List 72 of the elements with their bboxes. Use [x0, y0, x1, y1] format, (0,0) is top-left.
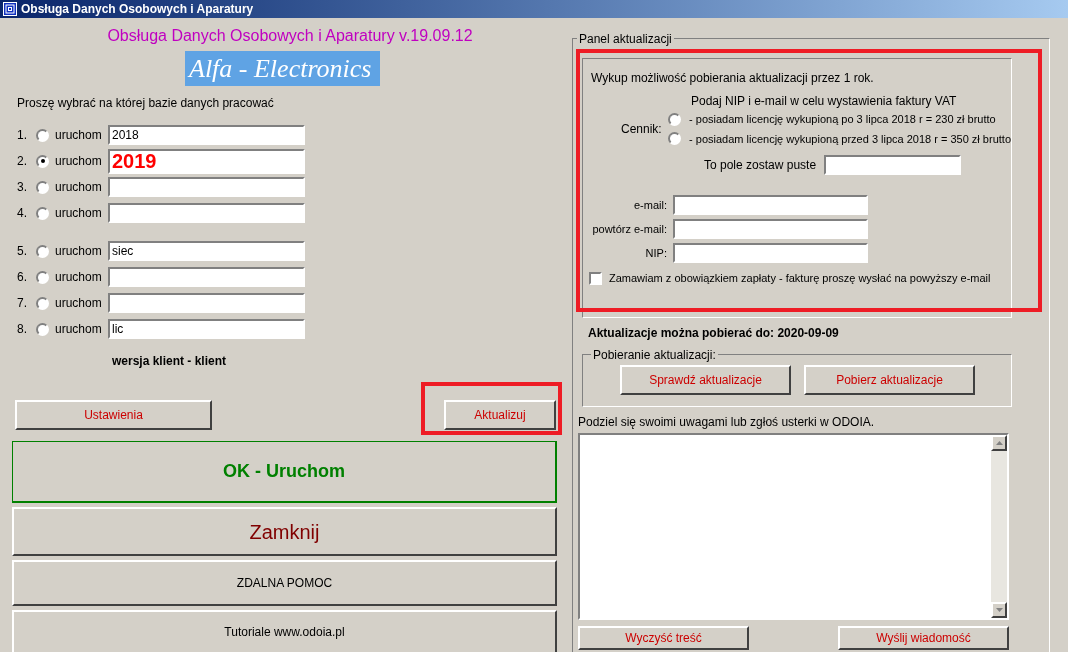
app-heading: Obsługa Danych Osobowych i Aparatury v.19.09.12 — [107, 27, 473, 44]
radio-label: uruchom — [55, 269, 103, 286]
subtitle-text: Podaj NIP i e-mail w celu wystawienia faktury VAT — [691, 93, 958, 110]
scrollbar[interactable] — [991, 435, 1007, 618]
logo: Alfa - Electronics — [185, 51, 380, 86]
feedback-button[interactable]: Wyślij wiadomość — [838, 626, 1009, 650]
row-number: 3. — [17, 179, 28, 196]
window-title: Obsługa Danych Osobowych i Aparatury — [21, 1, 254, 18]
input-field[interactable] — [673, 243, 868, 263]
radio-button[interactable] — [36, 128, 49, 142]
checkbox-label: Zamawiam z obowiązkiem zapłaty - fakturę proszę wysłać na powyższy e-mail — [609, 271, 991, 286]
database-field[interactable]: 2019 — [108, 148, 305, 174]
field-label: powtórz e-mail: — [591, 221, 667, 237]
tutorials-button[interactable]: Tutoriale www.odoia.pl — [12, 610, 557, 652]
feedback-button[interactable]: Wyczyść treść — [578, 626, 749, 650]
row-number: 2. — [17, 153, 28, 170]
up-arrow-icon — [995, 441, 1003, 445]
radio-button[interactable] — [36, 180, 49, 194]
down-arrow-icon — [995, 608, 1003, 612]
remote-help-button[interactable]: ZDALNA POMOC — [12, 560, 557, 606]
input-field[interactable] — [673, 219, 868, 239]
radio-button[interactable] — [36, 244, 49, 258]
database-field[interactable]: 2018 — [108, 125, 305, 145]
radio-button[interactable] — [36, 296, 49, 310]
version-text: wersja klient - klient — [112, 353, 228, 370]
scroll-down-button[interactable] — [991, 602, 1007, 618]
download-button[interactable]: Sprawdź aktualizacje — [620, 365, 791, 395]
row-number: 7. — [17, 295, 28, 312]
row-number: 6. — [17, 269, 28, 286]
row-number: 1. — [17, 127, 28, 144]
radio-label: uruchom — [55, 243, 103, 260]
prompt-text: Proszę wybrać na której bazie danych pracować — [17, 95, 275, 112]
input-field[interactable] — [673, 195, 868, 215]
update-button[interactable]: Aktualizuj — [444, 400, 556, 430]
radio-label: uruchom — [55, 179, 103, 196]
radio-button[interactable] — [36, 270, 49, 284]
price-option-label: - posiadam licencję wykupioną po 3 lipca 2018 r = 230 zł brutto — [689, 112, 996, 127]
radio-button[interactable] — [668, 132, 682, 146]
field-label: To pole zostaw puste — [704, 157, 817, 174]
feedback-label: Podziel się swoimi uwagami lub zgłoś usterki w ODOIA. — [578, 414, 876, 431]
row-number: 5. — [17, 243, 28, 260]
price-label: Cennik: — [621, 121, 663, 138]
row-number: 4. — [17, 205, 28, 222]
radio-button[interactable] — [668, 112, 682, 126]
radio-button[interactable] — [36, 322, 49, 336]
field-label: NIP: — [644, 245, 667, 261]
database-field[interactable] — [108, 177, 305, 197]
row-number: 8. — [17, 321, 28, 338]
price-option-label: - posiadam licencję wykupioną przed 3 lipca 2018 r = 350 zł brutto — [689, 131, 1011, 147]
database-field[interactable] — [108, 203, 305, 223]
radio-label: uruchom — [55, 127, 103, 144]
settings-button[interactable]: Ustawienia — [15, 400, 212, 430]
radio-label: uruchom — [55, 321, 103, 338]
radio-label: uruchom — [55, 295, 103, 312]
database-field[interactable]: siec — [108, 241, 305, 261]
empty-field[interactable] — [824, 155, 962, 175]
radio-label: uruchom — [55, 205, 103, 222]
checkbox[interactable] — [589, 271, 602, 285]
scroll-up-button[interactable] — [991, 435, 1007, 451]
radio-button[interactable] — [36, 154, 49, 168]
close-button[interactable]: Zamknij — [12, 507, 557, 556]
radio-button[interactable] — [36, 206, 49, 220]
database-field[interactable] — [108, 267, 305, 287]
radio-label: uruchom — [55, 153, 103, 170]
download-button[interactable]: Pobierz aktualizacje — [804, 365, 975, 395]
field-label: e-mail: — [633, 197, 667, 213]
ok-button[interactable]: OK - Uruchom — [12, 441, 557, 503]
database-field[interactable] — [108, 293, 305, 313]
intro-text: Wykup możliwość pobierania aktualizacji przez 1 rok. — [591, 70, 875, 87]
database-field[interactable]: lic — [108, 319, 305, 339]
expiry-text: Aktualizacje można pobierać do: 2020-09-09 — [588, 325, 840, 342]
app-icon — [3, 2, 17, 16]
